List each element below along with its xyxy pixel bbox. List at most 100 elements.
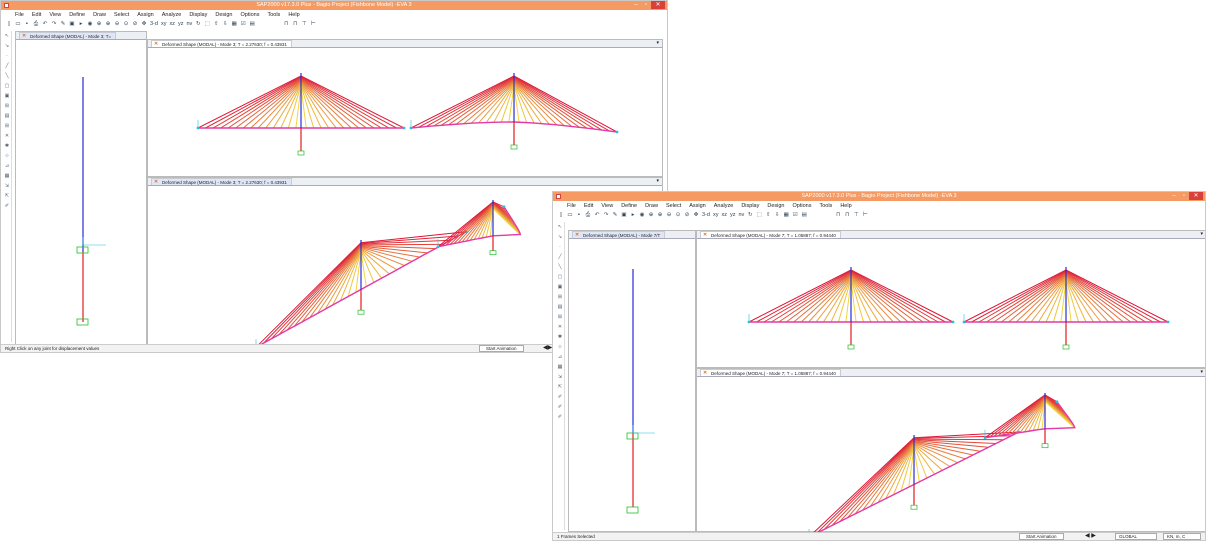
new-icon[interactable]: ▯ — [5, 20, 13, 28]
mode-shape-3d-pane[interactable]: ✕ Deformed Shape (MODAL) - Mode 7; T = 1.… — [696, 368, 1205, 539]
menu-help[interactable]: Help — [836, 202, 855, 210]
menu-options[interactable]: Options — [789, 202, 816, 210]
options-icon[interactable]: ▤ — [248, 20, 256, 28]
view-xy-button[interactable]: xy — [160, 20, 168, 28]
down-arrow-icon[interactable]: ⇩ — [773, 211, 781, 219]
intersect-icon[interactable]: ⊹ — [556, 343, 564, 351]
rotate-icon[interactable]: ↻ — [746, 211, 754, 219]
reshape-icon[interactable]: ↘ — [3, 42, 11, 50]
menu-view[interactable]: View — [597, 202, 617, 210]
lock-icon[interactable]: ▣ — [68, 20, 76, 28]
extrude-icon[interactable]: ⇲ — [556, 373, 564, 381]
side-view-pane[interactable]: ✕ Deformed Shape (MODAL) - Mode 7/T — [568, 230, 696, 532]
perspective-icon[interactable]: ⬚ — [203, 20, 211, 28]
mode-shape-elevation-pane[interactable]: ✕ Deformed Shape (MODAL) - Mode 3; T = 2.… — [147, 39, 663, 177]
print-icon[interactable]: ⎙ — [32, 20, 40, 28]
pan-icon[interactable]: ✥ — [692, 211, 700, 219]
pointer-icon[interactable]: ↖ — [3, 32, 11, 40]
zoom-prev-icon[interactable]: ⊘ — [683, 211, 691, 219]
menu-define[interactable]: Define — [617, 202, 641, 210]
frame-draw-icon[interactable]: ╱ — [3, 62, 11, 70]
frame4-icon[interactable]: ⊢ — [309, 20, 317, 28]
menu-help[interactable]: Help — [284, 11, 303, 19]
section-icon[interactable]: ▤ — [556, 303, 564, 311]
menu-tools[interactable]: Tools — [263, 11, 284, 19]
pan-icon[interactable]: ✥ — [140, 20, 148, 28]
undo-icon[interactable]: ↶ — [41, 20, 49, 28]
link-icon[interactable]: ⊞ — [3, 102, 11, 110]
select-all-icon[interactable]: ⊞ — [556, 313, 564, 321]
section-icon[interactable]: ▤ — [3, 112, 11, 120]
select-prev-icon[interactable]: ✕ — [3, 132, 11, 140]
joint-icon[interactable]: · — [556, 243, 564, 251]
menu-select[interactable]: Select — [110, 11, 133, 19]
menu-draw[interactable]: Draw — [641, 202, 662, 210]
mesh-icon[interactable]: ⇱ — [556, 383, 564, 391]
menu-display[interactable]: Display — [185, 11, 211, 19]
zoom-prev-icon[interactable]: ⊘ — [131, 20, 139, 28]
joint-icon[interactable]: · — [3, 52, 11, 60]
maximize-button[interactable]: ▫ — [1179, 192, 1189, 200]
frame2-icon[interactable]: ⊓ — [843, 211, 851, 219]
frame-icon[interactable]: ⊓ — [282, 20, 290, 28]
close-button[interactable]: ✕ — [1189, 192, 1203, 200]
menu-options[interactable]: Options — [237, 11, 264, 19]
frame4-icon[interactable]: ⊢ — [861, 211, 869, 219]
menu-file[interactable]: File — [11, 11, 28, 19]
menu-select[interactable]: Select — [662, 202, 685, 210]
assign-icon[interactable]: ✐ — [556, 413, 564, 421]
table-icon[interactable]: ▦ — [3, 172, 11, 180]
select-all-icon[interactable]: ⊞ — [3, 122, 11, 130]
view-yz-button[interactable]: yz — [729, 211, 737, 219]
solid-icon[interactable]: ▣ — [3, 92, 11, 100]
menu-draw[interactable]: Draw — [89, 11, 110, 19]
open-icon[interactable]: ▭ — [14, 20, 22, 28]
grid-icon[interactable]: ▦ — [782, 211, 790, 219]
arrow-left-icon[interactable]: ◀▶ — [543, 345, 552, 352]
close-button[interactable]: ✕ — [651, 1, 665, 9]
view-nv-button[interactable]: nv — [185, 20, 193, 28]
up-arrow-icon[interactable]: ⇧ — [764, 211, 772, 219]
menu-design[interactable]: Design — [763, 202, 788, 210]
select-prev-icon[interactable]: ✕ — [556, 323, 564, 331]
area-icon[interactable]: ▢ — [556, 273, 564, 281]
view-xz-button[interactable]: xz — [720, 211, 728, 219]
undo-icon[interactable]: ↶ — [593, 211, 601, 219]
zoom-in-icon[interactable]: ⊕ — [647, 211, 655, 219]
run-icon[interactable]: ▸ — [629, 211, 637, 219]
cable-icon[interactable]: ╲ — [556, 263, 564, 271]
minimize-button[interactable]: – — [631, 1, 641, 9]
reshape-icon[interactable]: ↘ — [556, 233, 564, 241]
view-xy-button[interactable]: xy — [712, 211, 720, 219]
target-icon[interactable]: ◉ — [638, 211, 646, 219]
zoom-out-icon[interactable]: ⊖ — [665, 211, 673, 219]
new-icon[interactable]: ▯ — [557, 211, 565, 219]
view-3d-button[interactable]: 3-d — [701, 211, 711, 219]
print-icon[interactable]: ⎙ — [584, 211, 592, 219]
rotate-icon[interactable]: ↻ — [194, 20, 202, 28]
area-icon[interactable]: ▢ — [3, 82, 11, 90]
menu-view[interactable]: View — [45, 11, 65, 19]
zoom-window-icon[interactable]: ⊕ — [104, 20, 112, 28]
minimize-button[interactable]: – — [1169, 192, 1179, 200]
pencil-icon[interactable]: ✎ — [611, 211, 619, 219]
frame3-icon[interactable]: ⊤ — [300, 20, 308, 28]
zoom-window-icon[interactable]: ⊕ — [656, 211, 664, 219]
menu-assign[interactable]: Assign — [133, 11, 158, 19]
tool-icon[interactable]: ✐ — [3, 202, 11, 210]
options-icon[interactable]: ▤ — [800, 211, 808, 219]
deselect-icon[interactable]: ✱ — [3, 142, 11, 150]
menu-analyze[interactable]: Analyze — [158, 11, 186, 19]
link-icon[interactable]: ⊞ — [556, 293, 564, 301]
maximize-button[interactable]: ▫ — [641, 1, 651, 9]
zoom-full-icon[interactable]: ⊙ — [674, 211, 682, 219]
view-nv-button[interactable]: nv — [737, 211, 745, 219]
target-icon[interactable]: ◉ — [86, 20, 94, 28]
units-dropdown[interactable]: KN, m, C — [1163, 533, 1201, 540]
check-icon[interactable]: ☑ — [791, 211, 799, 219]
up-arrow-icon[interactable]: ⇧ — [212, 20, 220, 28]
down-arrow-icon[interactable]: ⇩ — [221, 20, 229, 28]
view-xz-button[interactable]: xz — [168, 20, 176, 28]
menu-edit[interactable]: Edit — [580, 202, 597, 210]
start-animation-button[interactable]: Start Animation — [1019, 533, 1064, 540]
